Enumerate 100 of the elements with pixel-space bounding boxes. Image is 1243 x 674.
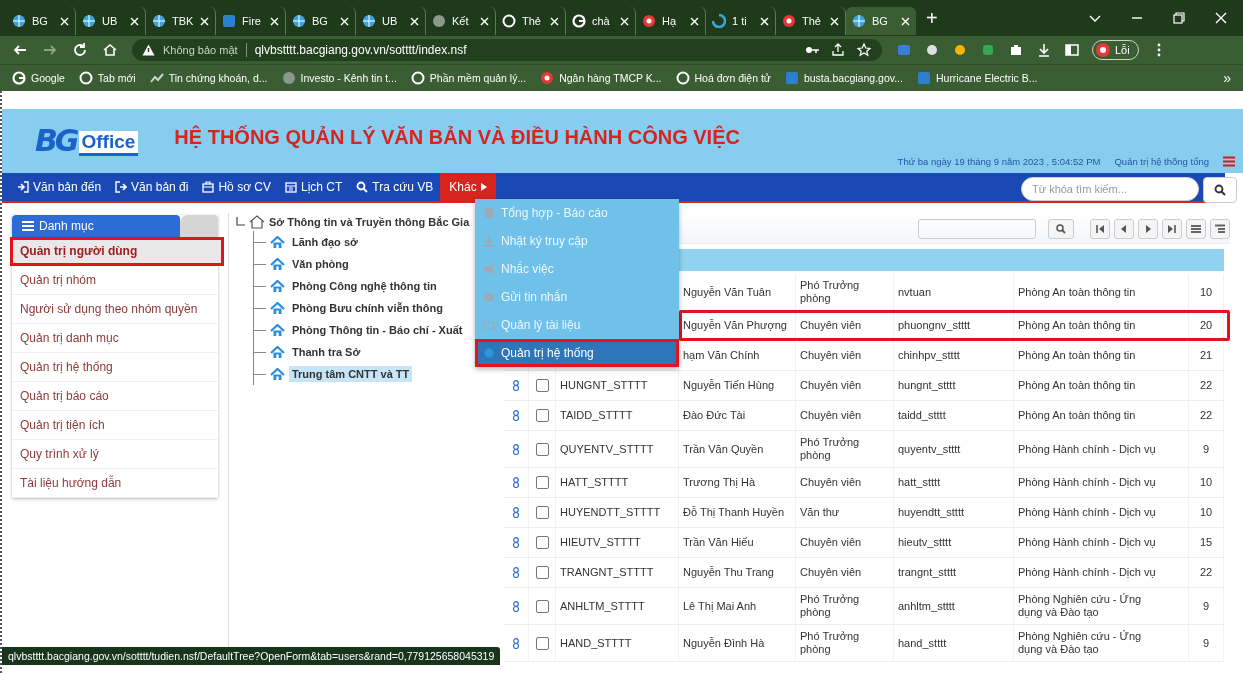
- search-button[interactable]: [1048, 219, 1074, 239]
- star-icon[interactable]: [856, 42, 872, 58]
- tree-node[interactable]: Phòng Thông tin - Báo chí - Xuất: [288, 322, 466, 338]
- share-icon[interactable]: [830, 42, 846, 58]
- sidebar-item[interactable]: Tài liệu hướng dẫn: [12, 469, 218, 498]
- nav-item[interactable]: Hồ sơ CV: [195, 173, 278, 201]
- bookmark[interactable]: Phần mềm quản lý...: [410, 71, 527, 85]
- user-icon[interactable]: [512, 537, 520, 548]
- browser-tab[interactable]: 1 ti: [706, 7, 776, 35]
- browser-tab[interactable]: BG: [286, 7, 356, 35]
- sidebar-item[interactable]: Quản trị tiện ích: [12, 411, 218, 440]
- extension-icon[interactable]: [980, 42, 996, 58]
- close-icon[interactable]: [480, 16, 489, 26]
- more-bookmarks-button[interactable]: »: [1223, 70, 1231, 86]
- search-button[interactable]: [1203, 177, 1237, 203]
- bookmark[interactable]: Ngân hàng TMCP K...: [540, 71, 662, 85]
- tree-node[interactable]: Sở Thông tin và Truyền thông Bắc Gia: [268, 216, 470, 228]
- reload-icon[interactable]: [72, 42, 88, 58]
- close-icon[interactable]: [830, 16, 839, 26]
- extension-icon[interactable]: [952, 42, 968, 58]
- bookmark[interactable]: Hoá đơn điện tử: [675, 71, 771, 85]
- checkbox[interactable]: [535, 409, 549, 422]
- restore-icon[interactable]: [1171, 10, 1187, 26]
- checkbox[interactable]: [535, 476, 549, 489]
- filter-field[interactable]: [918, 219, 1036, 239]
- checkbox[interactable]: [535, 506, 549, 519]
- bookmark[interactable]: busta.bacgiang.gov...: [784, 71, 903, 85]
- user-icon[interactable]: [512, 637, 520, 649]
- close-icon[interactable]: [901, 16, 910, 26]
- close-icon[interactable]: [550, 16, 559, 26]
- browser-tab[interactable]: BG: [6, 7, 76, 35]
- browser-tab[interactable]: chà: [566, 7, 636, 35]
- tree-node[interactable]: Phòng Công nghệ thông tin: [288, 278, 440, 294]
- checkbox[interactable]: [535, 536, 549, 549]
- nav-item[interactable]: Văn bản đến: [10, 173, 109, 201]
- close-icon[interactable]: [270, 16, 279, 26]
- close-icon[interactable]: [60, 16, 69, 26]
- close-icon[interactable]: [760, 16, 769, 26]
- sidebar-item[interactable]: Quy trình xử lý: [12, 440, 218, 469]
- nav-item[interactable]: Văn bản đi: [108, 173, 196, 201]
- browser-tab[interactable]: Kết: [426, 7, 496, 35]
- tree-node[interactable]: Thanh tra Sở: [288, 344, 364, 360]
- close-icon[interactable]: [200, 16, 209, 26]
- sidebar-item[interactable]: Quản trị nhóm: [12, 266, 218, 295]
- user-icon[interactable]: [512, 507, 520, 518]
- menu-item[interactable]: Quản trị hệ thống: [475, 339, 679, 367]
- browser-tab[interactable]: UB: [76, 7, 146, 35]
- close-icon[interactable]: [130, 16, 139, 26]
- browser-tab[interactable]: Hạ: [636, 7, 706, 35]
- home-icon[interactable]: [102, 42, 118, 58]
- checkbox[interactable]: [535, 599, 549, 613]
- close-icon[interactable]: [620, 16, 629, 26]
- sidebar-icon[interactable]: [1064, 42, 1080, 58]
- close-icon[interactable]: [1213, 10, 1229, 26]
- nav-item[interactable]: Khác: [440, 173, 496, 201]
- checkbox[interactable]: [535, 636, 549, 650]
- user-icon[interactable]: [512, 567, 520, 578]
- download-icon[interactable]: [1036, 42, 1052, 58]
- bookmark[interactable]: Google: [12, 71, 65, 85]
- user-link[interactable]: Quản trị hệ thống tổng: [1114, 156, 1209, 167]
- address-bar[interactable]: Không bảo mật qlvbstttt.bacgiang.gov.vn/sotttt/index.nsf: [132, 39, 882, 61]
- bookmark[interactable]: Tin chứng khoán, d...: [149, 71, 268, 85]
- profile-button[interactable]: Lỗi: [1092, 40, 1139, 60]
- user-icon[interactable]: [512, 443, 520, 455]
- bookmark[interactable]: Hurricane Electric B...: [916, 71, 1038, 85]
- user-icon[interactable]: [512, 380, 520, 391]
- nav-item[interactable]: Lịch CT: [278, 173, 350, 201]
- tree-node[interactable]: Phòng Bưu chính viễn thông: [288, 300, 446, 316]
- nav-item[interactable]: Tra cứu VB: [349, 173, 441, 201]
- last-page-icon[interactable]: [1162, 219, 1182, 239]
- checkbox[interactable]: [535, 566, 549, 579]
- user-icon[interactable]: [512, 477, 520, 488]
- sidebar-item[interactable]: Quản trị danh mục: [12, 324, 218, 353]
- browser-tab[interactable]: BG: [846, 7, 916, 35]
- sidebar-item[interactable]: Người sử dụng theo nhóm quyền: [12, 295, 218, 324]
- extension-icon[interactable]: [924, 42, 940, 58]
- previous-icon[interactable]: [1114, 219, 1134, 239]
- next-icon[interactable]: [1138, 219, 1158, 239]
- sidebar-item[interactable]: Quản trị hệ thống: [12, 353, 218, 382]
- new-tab-button[interactable]: +: [926, 6, 938, 30]
- sidebar-item[interactable]: Quản trị báo cáo: [12, 382, 218, 411]
- browser-tab[interactable]: TBK: [146, 7, 216, 35]
- list-view-icon[interactable]: [1186, 219, 1206, 239]
- tree-node[interactable]: Trung tâm CNTT và TT: [288, 366, 413, 382]
- search-field[interactable]: Từ khóa tìm kiếm...: [1021, 177, 1199, 201]
- browser-tab[interactable]: Thẻ: [496, 7, 566, 35]
- user-icon[interactable]: [512, 600, 520, 612]
- tree-node[interactable]: Văn phòng: [288, 256, 352, 272]
- tree-node[interactable]: Lãnh đạo sở: [288, 234, 361, 250]
- table-view-icon[interactable]: [1210, 219, 1230, 239]
- bookmark[interactable]: Tab mới: [78, 71, 136, 85]
- sidebar-item[interactable]: Quản trị người dùng: [10, 237, 224, 266]
- checkbox[interactable]: [535, 379, 549, 392]
- browser-tab[interactable]: UB: [356, 7, 426, 35]
- browser-tab[interactable]: Fire: [216, 7, 286, 35]
- tree-toggle-icon[interactable]: [234, 217, 245, 227]
- first-page-icon[interactable]: [1090, 219, 1110, 239]
- close-icon[interactable]: [690, 16, 699, 26]
- user-icon[interactable]: [512, 410, 520, 421]
- bookmark[interactable]: Investo - Kênh tin t...: [281, 71, 397, 85]
